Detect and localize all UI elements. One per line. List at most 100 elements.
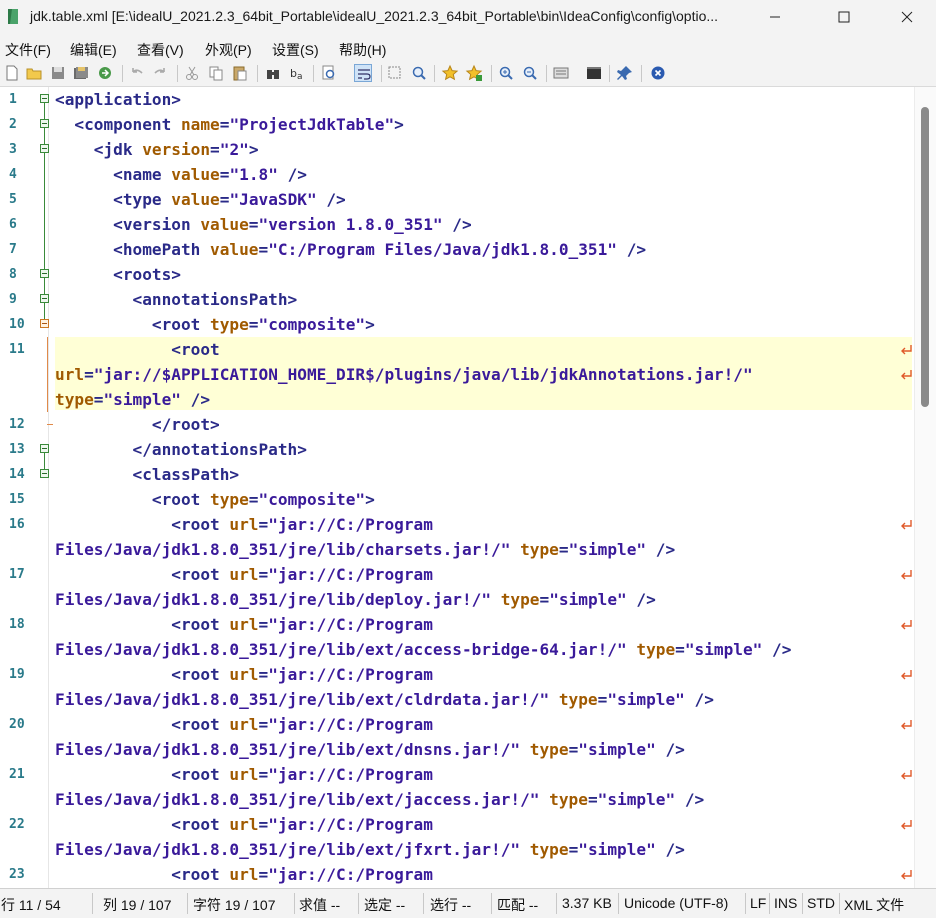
code-line[interactable]: <classPath> — [55, 462, 240, 487]
xml-tag: > — [394, 115, 404, 134]
fold-toggle-icon[interactable] — [40, 269, 49, 278]
zoom-out-icon[interactable] — [521, 64, 539, 82]
replace-icon[interactable]: ba — [288, 64, 306, 82]
code-line[interactable]: <component name="ProjectJdkTable"> — [55, 112, 404, 137]
fold-guide — [44, 453, 45, 469]
menu-help[interactable]: 帮助(H) — [339, 40, 386, 60]
maximize-button[interactable] — [821, 0, 867, 34]
vertical-scrollbar[interactable] — [914, 87, 936, 888]
paste-icon[interactable] — [231, 64, 249, 82]
code-line[interactable]: <root url="jar://C:/Program — [55, 662, 433, 687]
menu-file[interactable]: 文件(F) — [5, 40, 51, 60]
code-line[interactable]: <root url="jar://C:/Program — [55, 612, 433, 637]
fold-toggle-icon[interactable] — [40, 294, 49, 303]
code-line[interactable]: Files/Java/jdk1.8.0_351/jre/lib/ext/dnsn… — [55, 737, 685, 762]
code-line[interactable]: Files/Java/jdk1.8.0_351/jre/lib/deploy.j… — [55, 587, 656, 612]
close-circle-icon[interactable] — [649, 64, 667, 82]
close-icon — [901, 11, 913, 23]
code-line[interactable]: </annotationsPath> — [55, 437, 307, 462]
code-line[interactable]: Files/Java/jdk1.8.0_351/jre/lib/ext/acce… — [55, 637, 791, 662]
code-line[interactable]: <jdk version="2"> — [55, 137, 259, 162]
save-icon[interactable] — [49, 64, 67, 82]
open-folder-icon[interactable] — [25, 64, 43, 82]
status-encoding[interactable]: Unicode (UTF-8) — [624, 895, 728, 911]
code-editor[interactable]: 1 2 3 4 5 6 7 8 9 10 11 12 13 14 15 16 17 18 19 20 21 22 23 <a… — [0, 87, 914, 888]
xml-tag — [520, 840, 530, 859]
line-number: 8 — [9, 267, 17, 282]
view-icon[interactable] — [552, 64, 570, 82]
find-in-files-icon[interactable] — [320, 64, 338, 82]
word-wrap-icon[interactable] — [354, 64, 372, 82]
xml-attribute: url — [229, 515, 259, 534]
xml-tag: = — [258, 615, 269, 634]
fold-toggle-icon[interactable] — [40, 444, 49, 453]
xml-attribute: url — [229, 615, 259, 634]
code-line[interactable]: <root type="composite"> — [55, 312, 375, 337]
scrollbar-thumb[interactable] — [921, 107, 929, 407]
fold-toggle-icon[interactable] — [40, 119, 49, 128]
close-button[interactable] — [884, 0, 930, 34]
code-line[interactable]: <version value="version 1.8.0_351" /> — [55, 212, 472, 237]
redo-icon[interactable] — [151, 64, 169, 82]
fold-toggle-icon[interactable] — [40, 144, 49, 153]
zoom-find-icon[interactable] — [410, 64, 428, 82]
code-line[interactable]: <root type="composite"> — [55, 487, 375, 512]
line-number-gutter: 1 2 3 4 5 6 7 8 9 10 11 12 13 14 15 16 17 18 19 20 21 22 23 — [0, 87, 53, 888]
code-line[interactable]: Files/Java/jdk1.8.0_351/jre/lib/charsets… — [55, 537, 675, 562]
code-line[interactable]: type="simple" /> — [55, 387, 210, 412]
title-bar: jdk.table.xml [E:\idealU_2021.2.3_64bit_… — [0, 0, 936, 34]
fold-toggle-icon[interactable] — [40, 469, 49, 478]
xml-tag: = — [258, 765, 269, 784]
code-line[interactable]: <root url="jar://C:/Program — [55, 512, 433, 537]
code-line[interactable]: <root url="jar://C:/Program — [55, 812, 433, 837]
status-file-type[interactable]: XML 文件 — [844, 895, 904, 915]
fold-toggle-icon[interactable] — [40, 94, 49, 103]
status-line-ending[interactable]: LF — [750, 895, 766, 911]
code-line[interactable]: </root> — [55, 412, 220, 437]
minimize-button[interactable] — [752, 0, 798, 34]
xml-tag: = — [258, 515, 269, 534]
select-all-icon[interactable] — [386, 64, 404, 82]
browse-icon[interactable] — [96, 64, 114, 82]
code-line[interactable]: <name value="1.8" /> — [55, 162, 307, 187]
menu-edit[interactable]: 编辑(E) — [70, 40, 117, 60]
code-line[interactable]: <roots> — [55, 262, 181, 287]
code-line[interactable]: <root url="jar://C:/Program — [55, 762, 433, 787]
code-line[interactable]: <root url="jar://C:/Program — [55, 862, 433, 887]
xml-tag: = — [558, 540, 569, 559]
code-line[interactable]: <root url="jar://C:/Program — [55, 712, 433, 737]
menu-appearance[interactable]: 外观(P) — [205, 40, 252, 60]
xml-value: "C:/Program Files/Java/jdk1.8.0_351" — [268, 240, 618, 259]
code-line[interactable]: <application> — [55, 87, 181, 112]
code-line[interactable]: <type value="JavaSDK" /> — [55, 187, 346, 212]
new-file-icon[interactable] — [3, 64, 21, 82]
code-line[interactable]: Files/Java/jdk1.8.0_351/jre/lib/ext/cldr… — [55, 687, 714, 712]
find-icon[interactable] — [264, 64, 282, 82]
add-favorite-icon[interactable] — [465, 64, 483, 82]
xml-attribute: value — [200, 215, 249, 234]
line-number: 21 — [9, 767, 25, 782]
code-line[interactable]: url="jar://$APPLICATION_HOME_DIR$/plugin… — [55, 362, 753, 387]
cut-icon[interactable] — [183, 64, 201, 82]
xml-tag: = — [539, 590, 550, 609]
undo-icon[interactable] — [128, 64, 146, 82]
xml-tag — [510, 540, 520, 559]
console-icon[interactable] — [585, 64, 603, 82]
xml-value: "composite" — [258, 315, 366, 334]
favorite-icon[interactable] — [441, 64, 459, 82]
code-line[interactable]: Files/Java/jdk1.8.0_351/jre/lib/ext/jfxr… — [55, 837, 685, 862]
code-line[interactable]: <homePath value="C:/Program Files/Java/j… — [55, 237, 646, 262]
save-all-icon[interactable] — [72, 64, 90, 82]
code-line[interactable]: <root url="jar://C:/Program — [55, 562, 433, 587]
fold-toggle-icon[interactable] — [40, 319, 49, 328]
maximize-icon — [838, 11, 850, 23]
menu-settings[interactable]: 设置(S) — [272, 40, 319, 60]
code-line[interactable]: Files/Java/jdk1.8.0_351/jre/lib/ext/jacc… — [55, 787, 704, 812]
pin-icon[interactable] — [616, 64, 634, 82]
copy-icon[interactable] — [207, 64, 225, 82]
code-line[interactable]: <annotationsPath> — [55, 287, 298, 312]
zoom-in-icon[interactable] — [497, 64, 515, 82]
line-number: 15 — [9, 492, 25, 507]
code-line[interactable]: <root — [55, 337, 219, 362]
menu-view[interactable]: 查看(V) — [137, 40, 184, 60]
